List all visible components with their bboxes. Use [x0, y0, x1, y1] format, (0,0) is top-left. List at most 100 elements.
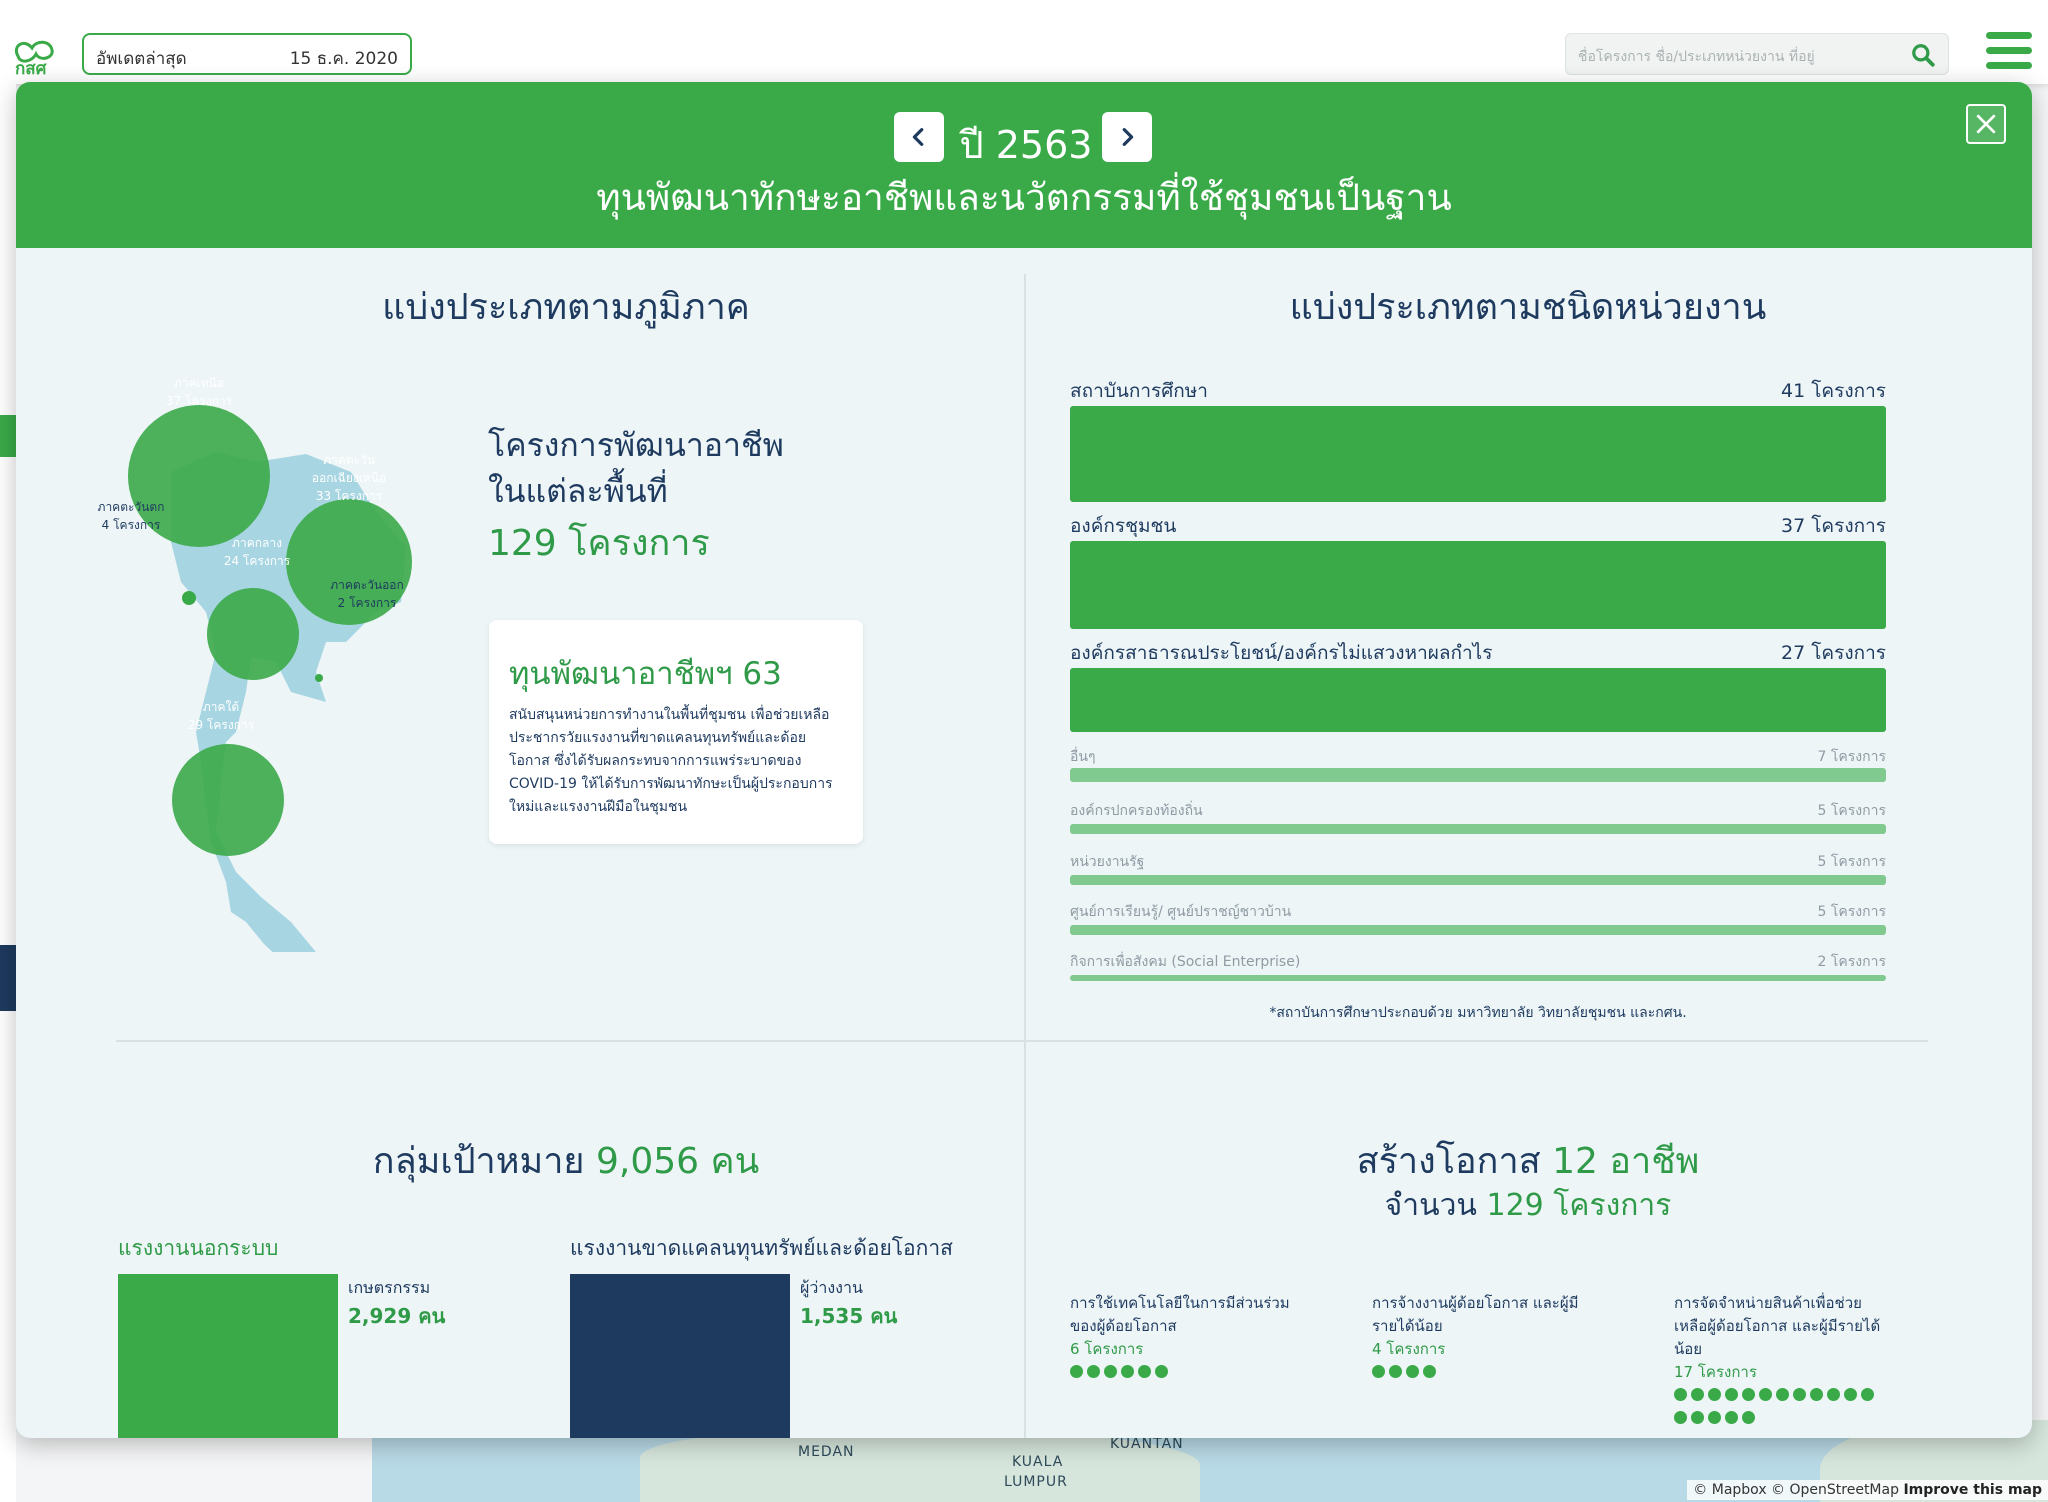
top-bar: กสศ อัพเดตล่าสุด 15 ธ.ค. 2020 ชื่อโครงกา… [0, 0, 2048, 84]
org-row[interactable]: หน่วยงานรัฐ 5 โครงการ [1070, 851, 1886, 891]
careers-title: สร้างโอกาส 12 อาชีพ [1356, 1141, 1700, 1182]
organization-section-title: แบ่งประเภทตามชนิดหน่วยงาน [1289, 287, 1767, 328]
career-dot [1121, 1365, 1134, 1378]
org-row[interactable]: องค์กรปกครองท้องถิ่น 5 โครงการ [1070, 800, 1886, 840]
career-item[interactable]: การใช้เทคโนโลยีในการมีส่วนร่วมของผู้ด้อย… [1070, 1292, 1290, 1388]
org-label: หน่วยงานรัฐ [1070, 854, 1145, 870]
org-label: ศูนย์การเรียนรู้/ ศูนย์ปราชญ์ชาวบ้าน [1070, 904, 1292, 920]
career-count: 4 โครงการ [1372, 1340, 1446, 1358]
career-dot [1708, 1411, 1721, 1424]
chevron-right-icon [1122, 128, 1134, 146]
improve-map-link[interactable]: Improve this map [1903, 1482, 2042, 1498]
search-input[interactable]: ชื่อโครงการ ชื่อ/ประเภทหน่วยงาน ที่อยู่ [1565, 33, 1949, 75]
org-bar-track [1070, 925, 1886, 935]
org-bar [1070, 875, 1886, 885]
target-group-value: 2,929 คน [348, 1304, 446, 1328]
career-item[interactable]: การจัดจำหน่ายสินค้าเพื่อช่วยเหลือผู้ด้อย… [1674, 1292, 1894, 1434]
career-name: การใช้เทคโนโลยีในการมีส่วนร่วมของผู้ด้อย… [1070, 1294, 1290, 1335]
year-label: ปี 2563 [959, 123, 1093, 167]
org-value: 27 โครงการ [1781, 642, 1886, 664]
career-dot [1742, 1388, 1755, 1401]
close-button[interactable] [1966, 104, 2006, 144]
fund-info-card: ทุนพัฒนาอาชีพฯ 63 สนับสนุนหน่วยการทำงานใ… [489, 620, 863, 844]
career-dot [1861, 1388, 1874, 1401]
target-group-block[interactable] [570, 1274, 790, 1438]
career-dot [1691, 1411, 1704, 1424]
background-panel [0, 84, 16, 1502]
career-dot [1776, 1388, 1789, 1401]
thailand-region-map[interactable] [76, 312, 456, 952]
org-bar [1070, 925, 1886, 935]
career-count: 17 โครงการ [1674, 1363, 1757, 1381]
career-dot [1138, 1365, 1151, 1378]
close-icon [1976, 114, 1996, 134]
org-label: องค์กรปกครองท้องถิ่น [1070, 803, 1203, 819]
map-label: MEDAN [798, 1444, 855, 1460]
career-name: การจัดจำหน่ายสินค้าเพื่อช่วยเหลือผู้ด้อย… [1674, 1294, 1881, 1358]
career-dot [1389, 1365, 1402, 1378]
target-group-label: แรงงานขาดแคลนทุนทรัพย์และด้อยโอกาส [570, 1236, 953, 1260]
map-attribution[interactable]: © Mapbox © OpenStreetMap Improve this ma… [1687, 1480, 2048, 1500]
org-bar [1070, 768, 1886, 782]
search-placeholder: ชื่อโครงการ ชื่อ/ประเภทหน่วยงาน ที่อยู่ [1578, 49, 1815, 65]
map-attribution-text: © Mapbox © OpenStreetMap [1693, 1482, 1899, 1498]
career-dot [1104, 1365, 1117, 1378]
region-label-west: ภาคตะวันตก 4 โครงการ [97, 500, 165, 532]
career-dot [1810, 1388, 1823, 1401]
career-dot [1674, 1388, 1687, 1401]
target-group-title: กลุ่มเป้าหมาย 9,056 คน [372, 1141, 760, 1182]
org-row[interactable]: สถาบันการศึกษา 41 โครงการ [1070, 376, 1886, 502]
career-dots [1372, 1365, 1582, 1388]
org-label: องค์กรสาธารณประโยชน์/องค์กรไม่แสวงหาผลกำ… [1070, 642, 1493, 664]
map-label: KUALA [1012, 1454, 1064, 1470]
career-dot [1725, 1411, 1738, 1424]
logo-text: กสศ [15, 59, 47, 79]
update-date-box: อัพเดตล่าสุด 15 ธ.ค. 2020 [82, 33, 412, 75]
org-footnote: *สถาบันการศึกษาประกอบด้วย มหาวิทยาลัย วิ… [1269, 1005, 1687, 1021]
career-dot [1725, 1388, 1738, 1401]
career-dots [1070, 1365, 1280, 1388]
career-dot [1406, 1365, 1419, 1378]
region-label-northeast: ภาคตะวัน ออกเฉียงเหนือ 33 โครงการ [311, 453, 387, 503]
org-row[interactable]: องค์กรชุมชน 37 โครงการ [1070, 511, 1886, 629]
search-icon[interactable] [1910, 42, 1936, 68]
career-dot [1691, 1388, 1704, 1401]
region-label-east: ภาคตะวันออก 2 โครงการ [330, 578, 404, 610]
region-heading: โครงการพัฒนาอาชีพ ในแต่ละพื้นที่ [488, 426, 784, 510]
careers-subtitle: จำนวน 129 โครงการ [1384, 1188, 1672, 1223]
horizontal-divider [116, 1040, 1928, 1042]
menu-icon[interactable] [1986, 32, 2032, 76]
career-name: การจ้างงานผู้ด้อยโอกาส และผู้มีรายได้น้อ… [1372, 1294, 1579, 1335]
org-value: 7 โครงการ [1817, 749, 1886, 765]
map-label: KUANTAN [1110, 1436, 1184, 1452]
background-green-strip [0, 415, 16, 457]
background-navy-strip [0, 945, 16, 1011]
career-item[interactable]: การจ้างงานผู้ด้อยโอกาส และผู้มีรายได้น้อ… [1372, 1292, 1592, 1388]
update-date: 15 ธ.ค. 2020 [289, 49, 398, 69]
org-value: 5 โครงการ [1817, 854, 1886, 870]
project-summary-modal: ปี 2563 ทุนพัฒนาทักษะอาชีพและนวัตกรรมที่… [16, 82, 2032, 1438]
target-group-block[interactable] [118, 1274, 338, 1438]
target-group-category: ผู้ว่างงาน [800, 1278, 863, 1297]
career-dot [1742, 1411, 1755, 1424]
region-bubble-south [172, 744, 284, 856]
next-year-button[interactable] [1102, 112, 1152, 162]
org-label: อื่นๆ [1070, 749, 1096, 765]
org-bar-track [1070, 768, 1886, 782]
org-bar-track [1070, 824, 1886, 834]
career-count: 6 โครงการ [1070, 1340, 1144, 1358]
career-dot [1844, 1388, 1857, 1401]
org-row[interactable]: องค์กรสาธารณประโยชน์/องค์กรไม่แสวงหาผลกำ… [1070, 638, 1886, 738]
org-row[interactable]: อื่นๆ 7 โครงการ [1070, 746, 1886, 786]
org-label: สถาบันการศึกษา [1070, 380, 1208, 402]
org-bar [1070, 975, 1886, 981]
chevron-left-icon [912, 128, 924, 146]
career-dot [1070, 1365, 1083, 1378]
region-bubble-central [207, 588, 299, 680]
fund-card-title: ทุนพัฒนาอาชีพฯ 63 [509, 656, 782, 692]
org-row[interactable]: กิจการเพื่อสังคม (Social Enterprise) 2 โ… [1070, 951, 1886, 991]
vertical-divider [1024, 274, 1026, 1438]
previous-year-button[interactable] [894, 112, 944, 162]
org-row[interactable]: ศูนย์การเรียนรู้/ ศูนย์ปราชญ์ชาวบ้าน 5 โ… [1070, 901, 1886, 941]
org-bar-track [1070, 668, 1886, 732]
